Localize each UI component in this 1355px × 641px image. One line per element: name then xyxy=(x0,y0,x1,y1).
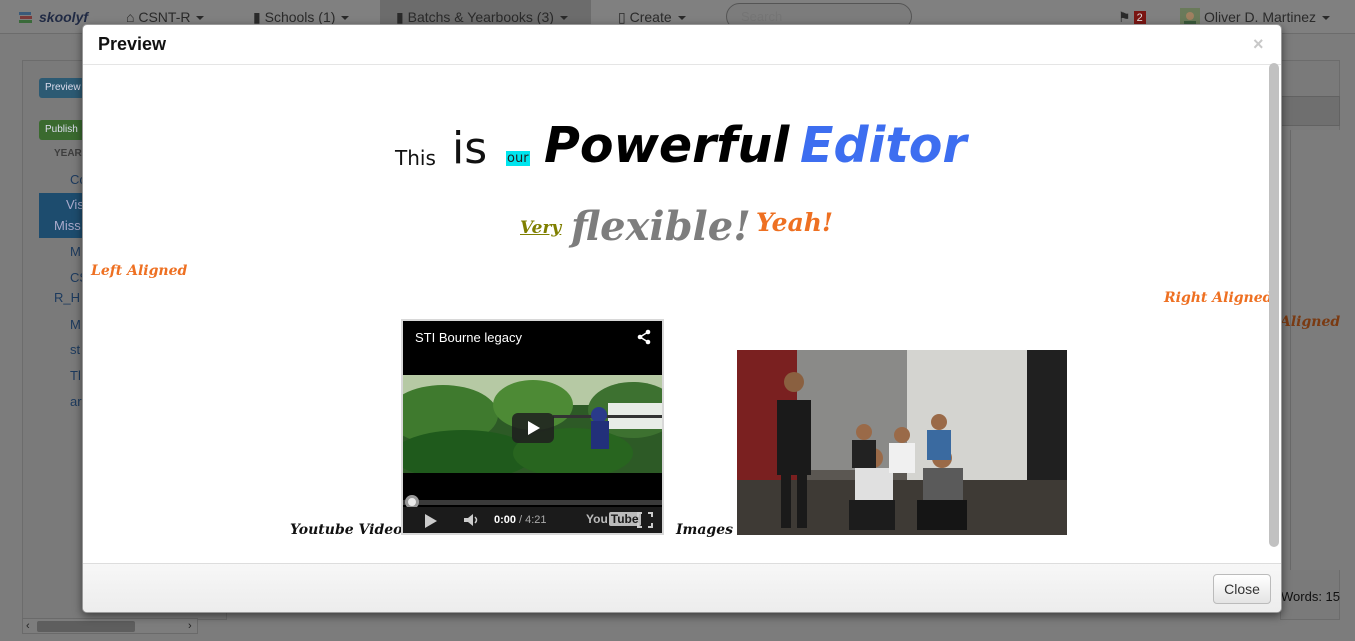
background-aligned-text: Aligned xyxy=(1280,314,1341,330)
fullscreen-icon[interactable] xyxy=(637,512,653,528)
subline-flexible: flexible! xyxy=(571,203,751,250)
images-label: Images xyxy=(676,522,734,538)
caret-down-icon xyxy=(1322,16,1331,21)
background-preview-button: Preview xyxy=(39,78,85,98)
books-logo-icon xyxy=(19,12,32,24)
scrollbar-thumb xyxy=(37,621,135,632)
youtube-video-player[interactable]: STI Bourne legacy 0:00 / 4:21 You Tube xyxy=(401,319,664,535)
background-sidebar-item: R_H xyxy=(54,290,81,305)
heading-word-is: is xyxy=(452,123,488,174)
current-time: 0:00 xyxy=(494,514,517,526)
background-publish-button: Publish xyxy=(39,120,85,140)
background-section-label: YEAR xyxy=(54,148,82,159)
nav-batchs-label: Batchs & Yearbooks (3) xyxy=(407,9,554,25)
background-sidebar-item: Miss xyxy=(54,218,81,233)
caret-down-icon xyxy=(559,16,568,21)
close-icon[interactable]: × xyxy=(1253,34,1264,55)
control-play-icon[interactable] xyxy=(425,514,437,528)
background-editor-area xyxy=(1290,130,1340,570)
scroll-right-icon: › xyxy=(188,620,192,632)
background-sidebar-item: st xyxy=(70,342,81,357)
background-horizontal-scrollbar: ‹ › xyxy=(22,618,198,634)
modal-footer: Close xyxy=(83,563,1281,612)
home-icon: ⌂ xyxy=(126,9,135,25)
modal-body: This is our Powerful Editor Very flexibl… xyxy=(83,65,1281,563)
preview-modal: Preview × This is our Powerful Editor Ve… xyxy=(82,24,1282,613)
right-aligned-text: Right Aligned xyxy=(1164,290,1273,306)
background-word-count: Words: 15 xyxy=(1281,589,1341,604)
subline-yeah: Yeah! xyxy=(756,208,833,237)
brand-logo[interactable]: skoolyf xyxy=(18,6,88,28)
video-controls: 0:00 / 4:21 You Tube xyxy=(403,507,662,533)
video-title[interactable]: STI Bourne legacy xyxy=(415,330,522,345)
modal-scrollbar[interactable] xyxy=(1269,63,1279,547)
brand-name: skoolyf xyxy=(39,9,89,25)
background-sidebar-item: M xyxy=(70,244,81,259)
heading-word-powerful: Powerful xyxy=(544,117,790,174)
background-sidebar-item: Tl xyxy=(70,368,81,383)
close-button[interactable]: Close xyxy=(1213,574,1271,604)
background-toolbar xyxy=(1280,96,1340,126)
background-sidebar-item: ar xyxy=(70,394,82,409)
bell-icon: ⚑ xyxy=(1118,9,1131,25)
caret-down-icon xyxy=(677,16,686,21)
duration: / 4:21 xyxy=(519,514,547,526)
nav-csnt-label: CSNT-R xyxy=(138,9,191,25)
heading-word-our: our xyxy=(506,151,530,166)
youtube-logo-text: You xyxy=(586,512,608,526)
background-sidebar-item: M xyxy=(70,317,81,332)
heading-word-this: This xyxy=(395,146,436,170)
heading-word-editor: Editor xyxy=(800,117,967,174)
book-icon: ▮ xyxy=(396,9,404,25)
user-name: Oliver D. Martinez xyxy=(1204,9,1317,25)
left-aligned-text: Left Aligned xyxy=(91,263,188,279)
book-icon: ▮ xyxy=(253,9,261,25)
subline-very: Very xyxy=(520,218,562,238)
play-button[interactable] xyxy=(512,413,554,443)
caret-down-icon xyxy=(196,16,205,21)
caret-down-icon xyxy=(341,16,350,21)
modal-title: Preview xyxy=(98,34,167,54)
video-progress-bar[interactable] xyxy=(403,500,662,505)
youtube-logo-box: Tube xyxy=(608,512,641,526)
share-icon[interactable] xyxy=(636,329,652,345)
group-photo xyxy=(737,350,1067,535)
modal-header: Preview × xyxy=(83,25,1281,65)
volume-icon[interactable] xyxy=(463,513,481,527)
nav-create-label: Create xyxy=(629,9,672,25)
file-icon: ▯ xyxy=(618,9,626,25)
scroll-left-icon: ‹ xyxy=(26,620,30,632)
youtube-video-label: Youtube Video xyxy=(290,522,403,538)
youtube-logo-icon[interactable]: You Tube xyxy=(586,512,641,526)
nav-schools-label: Schools (1) xyxy=(264,9,336,25)
